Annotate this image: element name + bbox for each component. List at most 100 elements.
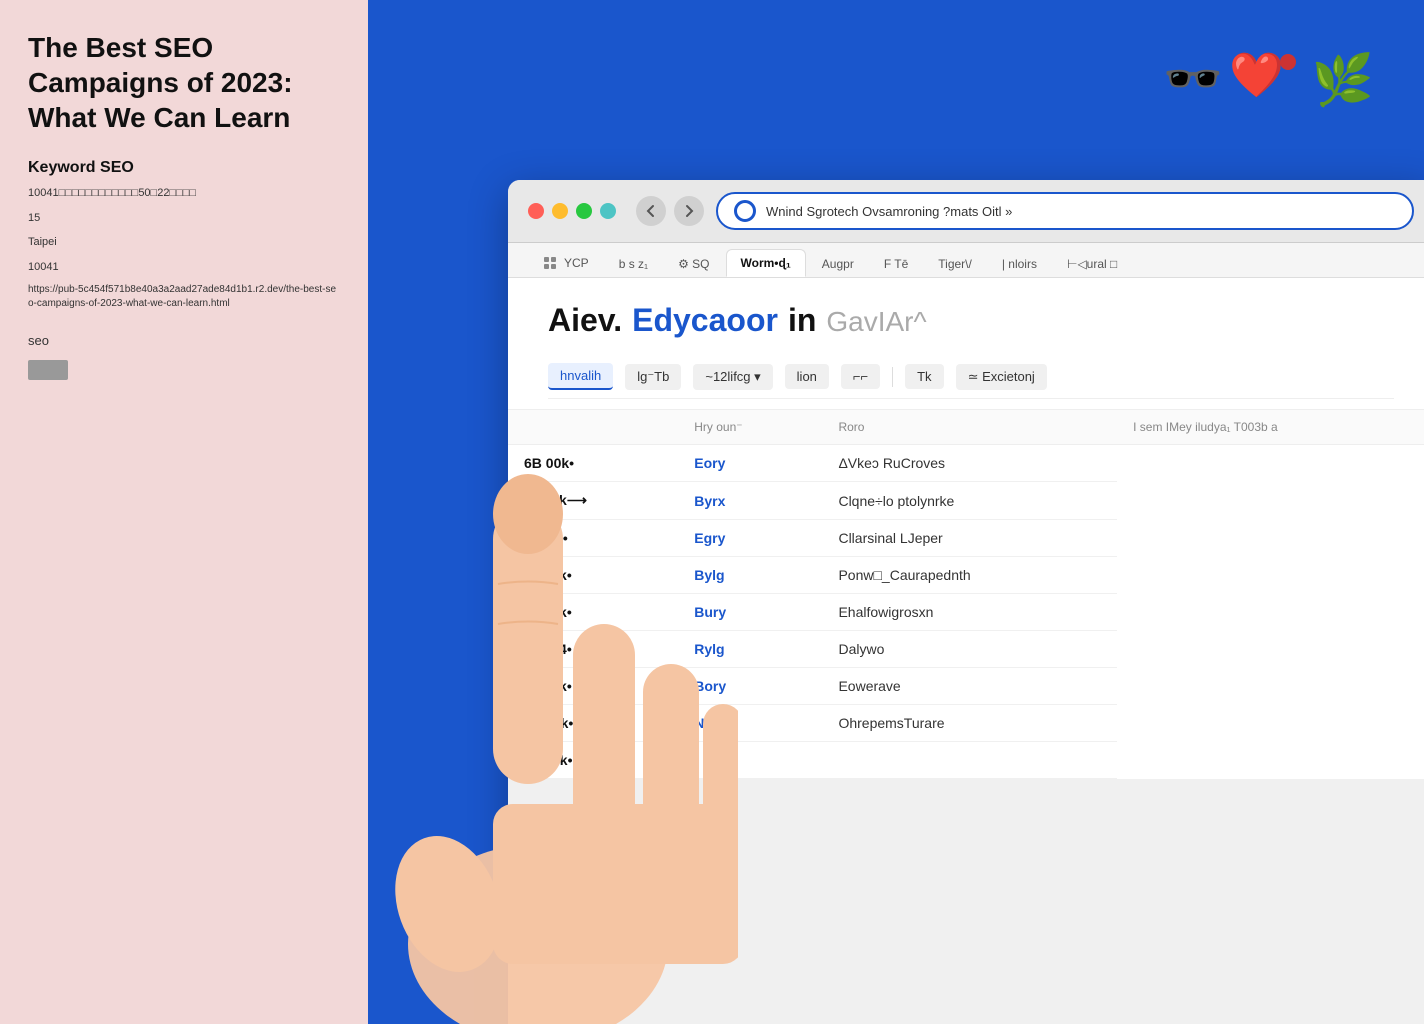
right-panel: 🕶️ ❤️ 🌿 Wnind S (368, 0, 1424, 1024)
cell-col2-7: Nillv (678, 705, 822, 742)
col-header-roro: Roro (822, 410, 1117, 445)
meta-line-2: 15 (28, 210, 340, 227)
traffic-light-red[interactable] (528, 203, 544, 219)
cell-col3-7: OhrepemsTurare (822, 705, 1117, 742)
toolbar-btn-lion[interactable]: lion (785, 364, 829, 389)
tag-label: seo (28, 333, 340, 348)
cell-num-4: 32 00k• (508, 594, 678, 631)
leaf-icon: 🌿 (1312, 55, 1374, 105)
toolbar-btn-excietonj[interactable]: ≃ Excietonj (956, 364, 1047, 390)
tab-bsz-label: b s z₁ (619, 257, 648, 271)
table-header-row: Hry oun⁻ Roro I sem IMey iludya₁ T003b a (508, 410, 1424, 445)
address-circle-icon (734, 200, 756, 222)
cell-col3-8 (822, 742, 1117, 779)
tab-wormd[interactable]: Worm•ɖ₁ (726, 249, 806, 277)
toolbar-btn-arrow-label: ⌐⌐ (853, 369, 868, 384)
page-title-part4: GavIAr^ (826, 306, 926, 338)
left-panel: The Best SEO Campaigns of 2023: What We … (0, 0, 368, 1024)
toolbar-btn-excietonj-label: ≃ Excietonj (968, 369, 1035, 385)
article-url: https://pub-5c454f571b8e40a3a2aad27ade84… (28, 283, 340, 311)
table-row: 6B 00k• Eory ΔVkeɔ RuCroves (508, 445, 1424, 482)
article-title: The Best SEO Campaigns of 2023: What We … (28, 30, 340, 135)
tab-sq-label: ⚙ SQ (678, 257, 709, 271)
toolbar-row: hnvalih lg⁻Tb ~12lifcg ▾ lion ⌐⌐ (548, 355, 1394, 399)
top-right-icons: 🕶️ ❤️ 🌿 (1163, 55, 1374, 105)
tab-fte[interactable]: F Tē (870, 251, 922, 277)
table-row: 8I 00k• Egry Cllarsinal LJeper (508, 520, 1424, 557)
cell-col2-1: Byrx (678, 482, 822, 520)
toolbar-btn-hnvalih[interactable]: hnvalih (548, 363, 613, 390)
forward-button[interactable] (674, 196, 704, 226)
browser-chrome: Wnind Sgrotech Ovsamroning ?mats Oitl » (508, 180, 1424, 243)
cell-num-0: 6B 00k• (508, 445, 678, 482)
cell-col3-6: Eowerave (822, 668, 1117, 705)
back-button[interactable] (636, 196, 666, 226)
table-row: 8F 00k• (508, 742, 1424, 779)
table-row: 13 00k⟶ Byrx Clqne÷lo ptolynrke (508, 482, 1424, 520)
page-header: Aiev. Edycaoor in GavIAr^ hnvalih lg⁻Tb … (508, 278, 1424, 410)
address-text: Wnind Sgrotech Ovsamroning ?mats Oitl » (766, 204, 1396, 219)
cell-col2-0: Eory (678, 445, 822, 482)
tab-ycp-label: YCP (564, 256, 589, 270)
toolbar-divider (892, 367, 893, 387)
cell-num-8: 8F 00k• (508, 742, 678, 779)
toolbar-btn-lion-label: lion (797, 369, 817, 384)
cell-col2-6: Bory (678, 668, 822, 705)
tab-augpr[interactable]: Augpr (808, 251, 868, 277)
tab-ycp[interactable]: YCP (528, 249, 603, 277)
page-title-part2: Edycaoor (632, 302, 778, 339)
tab-wormd-label: Worm•ɖ₁ (741, 256, 791, 270)
red-dot (1280, 54, 1296, 70)
toolbar-btn-lgtb[interactable]: lg⁻Tb (625, 364, 681, 390)
address-bar[interactable]: Wnind Sgrotech Ovsamroning ?mats Oitl » (716, 192, 1414, 230)
cell-num-7: S0 00k• (508, 705, 678, 742)
data-table: Hry oun⁻ Roro I sem IMey iludya₁ T003b a… (508, 410, 1424, 779)
tab-fte-label: F Tē (884, 257, 908, 271)
toolbar-btn-12lifcg-label: ~12lifcg ▾ (705, 369, 760, 385)
page-title-area: Aiev. Edycaoor in GavIAr^ (548, 302, 1394, 339)
tab-nloirs-label: | nloirs (1002, 257, 1037, 271)
browser-nav (636, 196, 704, 226)
cell-col3-0: ΔVkeɔ RuCroves (822, 445, 1117, 482)
toolbar-btn-hnvalih-label: hnvalih (560, 368, 601, 383)
cell-col3-1: Clqne÷lo ptolynrke (822, 482, 1117, 520)
meta-line-1: 10041□□□□□□□□□□□□50□22□□□□ (28, 185, 340, 202)
table-row: 17 004• Rylg Dalywo (508, 631, 1424, 668)
tab-ural[interactable]: ⊢◁ural □ (1053, 251, 1131, 277)
table-row: S0 00k• Nillv OhrepemsTurare (508, 705, 1424, 742)
tab-sq[interactable]: ⚙ SQ (664, 251, 723, 277)
traffic-light-green[interactable] (576, 203, 592, 219)
tag-box (28, 360, 68, 380)
tab-tiger-label: Tiger\/ (938, 257, 972, 271)
cell-num-6: 32 00k• (508, 668, 678, 705)
cell-col2-4: Bury (678, 594, 822, 631)
tab-augpr-label: Augpr (822, 257, 854, 271)
meta-line-4: 10041 (28, 259, 340, 276)
cell-col3-4: Ehalfowigrosxn (822, 594, 1117, 631)
browser-window: Wnind Sgrotech Ovsamroning ?mats Oitl » … (508, 180, 1424, 1024)
browser-tabs-bar: YCP b s z₁ ⚙ SQ Worm•ɖ₁ Augpr F Tē Tiger… (508, 243, 1424, 278)
col-header-num (508, 410, 678, 445)
cell-num-5: 17 004• (508, 631, 678, 668)
cell-num-3: 80 00k• (508, 557, 678, 594)
traffic-light-teal[interactable] (600, 203, 616, 219)
traffic-light-yellow[interactable] (552, 203, 568, 219)
tab-nloirs[interactable]: | nloirs (988, 251, 1051, 277)
tab-tiger[interactable]: Tiger\/ (924, 251, 986, 277)
cell-col2-2: Egry (678, 520, 822, 557)
tab-bsz[interactable]: b s z₁ (605, 251, 662, 277)
table-row: 32 00k• Bury Ehalfowigrosxn (508, 594, 1424, 631)
meta-line-3: Taipei (28, 234, 340, 251)
toolbar-btn-arrow[interactable]: ⌐⌐ (841, 364, 880, 389)
toolbar-btn-lgtb-label: lg⁻Tb (637, 369, 669, 385)
toolbar-btn-12lifcg[interactable]: ~12lifcg ▾ (693, 364, 772, 390)
cell-col2-3: Bylg (678, 557, 822, 594)
heart-icon: ❤️ (1229, 54, 1284, 98)
table-row: 32 00k• Bory Eowerave (508, 668, 1424, 705)
cell-col3-2: Cllarsinal LJeper (822, 520, 1117, 557)
tab-ural-label: ⊢◁ural □ (1067, 257, 1117, 271)
col-header-sem: I sem IMey iludya₁ T003b a (1117, 410, 1424, 445)
cell-num-1: 13 00k⟶ (508, 482, 678, 520)
toolbar-btn-tk-label: Tk (917, 369, 931, 384)
toolbar-btn-tk[interactable]: Tk (905, 364, 943, 389)
